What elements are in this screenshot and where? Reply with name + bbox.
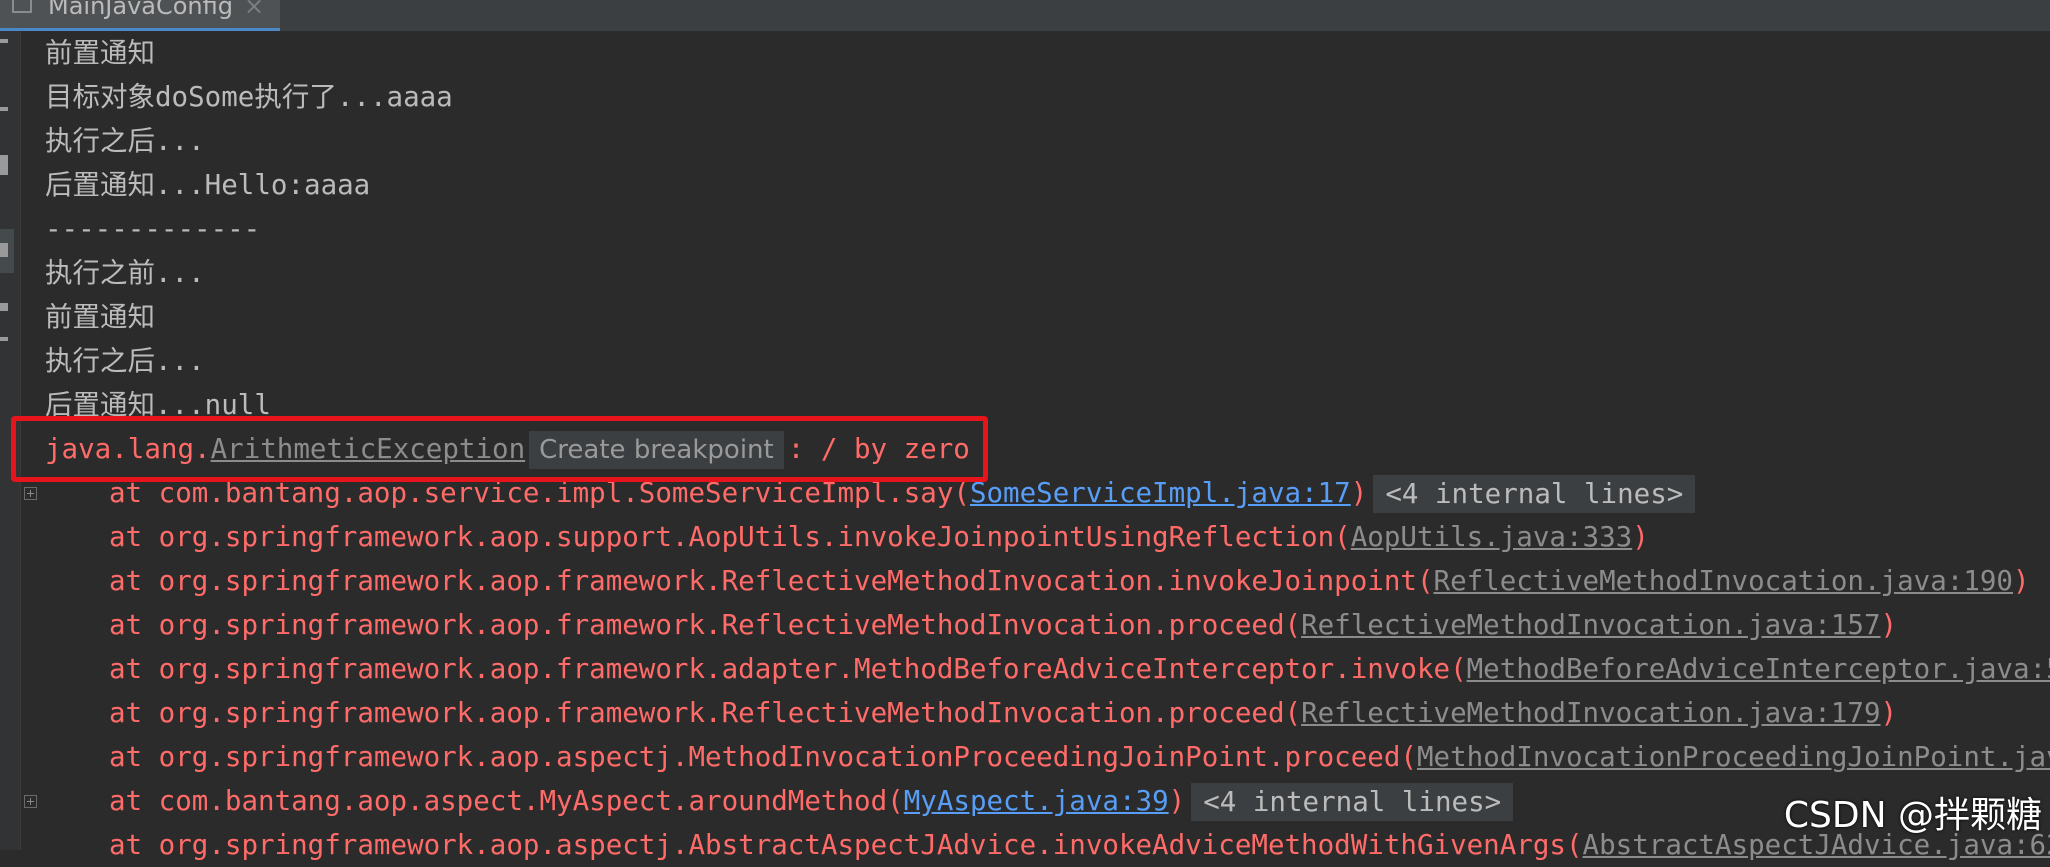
stack-frame: at org.springframework.aop.support.AopUt… <box>109 515 1649 559</box>
frame-method: at org.springframework.aop.framework.Ref… <box>109 565 1434 597</box>
frame-method: at com.bantang.aop.aspect.MyAspect.aroun… <box>109 785 904 817</box>
frame-method: at org.springframework.aop.aspectj.Metho… <box>109 741 1417 773</box>
gutter-marker <box>0 303 8 311</box>
frame-paren: ) <box>1350 477 1368 509</box>
stack-frame: at com.bantang.aop.aspect.MyAspect.aroun… <box>109 779 1514 823</box>
editor-tab-bar: MainJavaConfig × <box>0 0 2050 32</box>
frame-paren: ) <box>1168 785 1186 817</box>
output-line: 执行之前... <box>45 257 205 289</box>
stack-frame: at org.springframework.aop.framework.Ref… <box>109 559 2030 603</box>
tab-title: MainJavaConfig <box>48 0 233 20</box>
frame-paren: ) <box>2013 565 2030 597</box>
frame-source-link[interactable]: AopUtils.java:333 <box>1351 521 1632 553</box>
expand-icon[interactable] <box>24 795 37 808</box>
frame-source-link[interactable]: SomeServiceImpl.java:17 <box>970 477 1351 509</box>
frame-source-link[interactable]: ReflectiveMethodInvocation.java:190 <box>1434 565 2013 597</box>
stack-frame: at org.springframework.aop.aspectj.Abstr… <box>109 823 2050 867</box>
expand-icon[interactable] <box>24 487 37 500</box>
output-line: 目标对象doSome执行了...aaaa <box>45 81 453 113</box>
frame-source-link[interactable]: MyAspect.java:39 <box>904 785 1169 817</box>
frame-method: at org.springframework.aop.support.AopUt… <box>109 521 1351 553</box>
frame-method: at org.springframework.aop.framework.Ref… <box>109 697 1302 729</box>
frame-method: at org.springframework.aop.framework.ada… <box>109 653 1467 685</box>
close-icon[interactable]: × <box>244 0 264 20</box>
frame-paren: ) <box>1880 697 1898 729</box>
tab-mainjavaconfig[interactable]: MainJavaConfig × <box>0 0 280 31</box>
output-line: 前置通知 <box>45 301 155 333</box>
stack-frame: at org.springframework.aop.framework.Ref… <box>109 691 1897 735</box>
frame-paren: ) <box>1632 521 1649 553</box>
gutter-marker <box>0 243 8 257</box>
gutter-marker <box>0 107 8 111</box>
internal-lines-fold[interactable]: <4 internal lines> <box>1373 475 1696 513</box>
frame-method: at org.springframework.aop.framework.Ref… <box>109 609 1302 641</box>
output-line: 后置通知...Hello:aaaa <box>45 169 371 201</box>
frame-source-link[interactable]: MethodBeforeAdviceInterceptor.java:52 <box>1467 653 2050 685</box>
console-icon <box>12 0 32 13</box>
gutter-marker <box>0 39 8 43</box>
output-line: 执行之后... <box>45 125 205 157</box>
frame-method: at org.springframework.aop.aspectj.Abstr… <box>109 829 1583 861</box>
separator-line: ------------- <box>45 213 261 245</box>
gutter-marker <box>0 155 8 175</box>
frame-source-link[interactable]: ReflectiveMethodInvocation.java:179 <box>1301 697 1880 729</box>
frame-source-link[interactable]: MethodInvocationProceedingJoinPoint.java… <box>1417 741 2050 773</box>
stack-frame: at org.springframework.aop.framework.Ref… <box>109 603 1897 647</box>
gutter-marker <box>0 337 8 341</box>
frame-paren: ) <box>1880 609 1898 641</box>
watermark: CSDN @拌颗糖 <box>1783 795 2042 836</box>
internal-lines-fold[interactable]: <4 internal lines> <box>1191 783 1514 821</box>
exception-highlight-box <box>11 416 988 482</box>
output-line: 执行之后... <box>45 345 205 377</box>
output-line: 前置通知 <box>45 37 155 69</box>
stack-frame: at org.springframework.aop.aspectj.Metho… <box>109 735 2050 779</box>
frame-source-link[interactable]: ReflectiveMethodInvocation.java:157 <box>1301 609 1880 641</box>
stack-frame: at org.springframework.aop.framework.ada… <box>109 647 2050 691</box>
